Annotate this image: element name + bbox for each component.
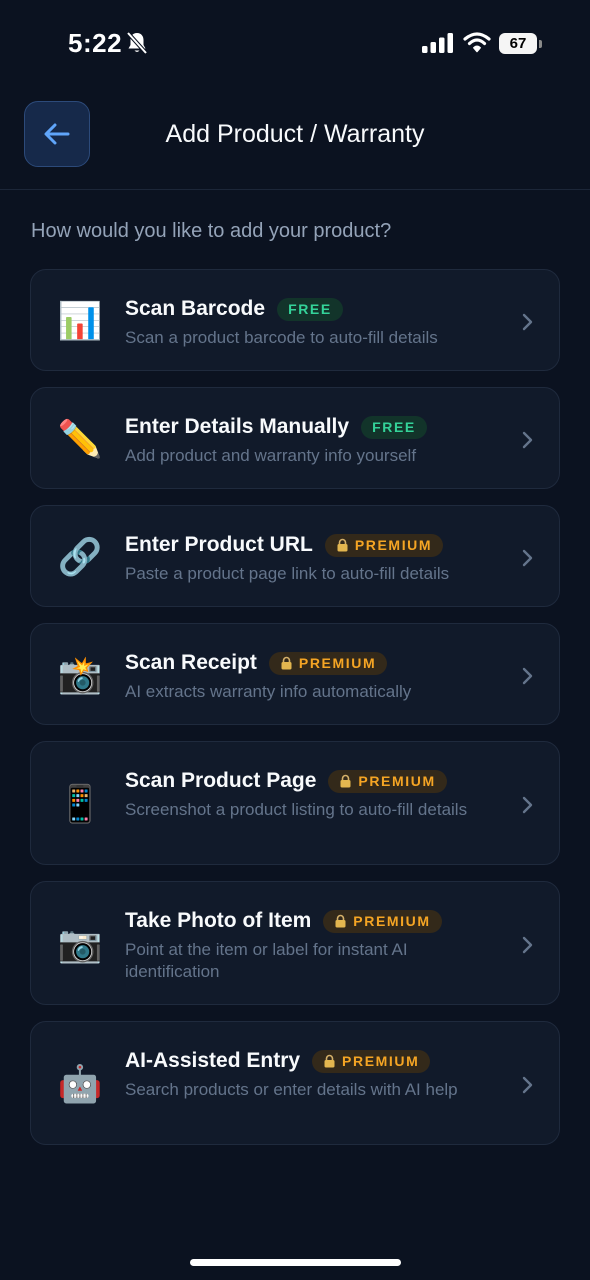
option-title: Scan Product Page bbox=[125, 769, 317, 792]
chevron-right-icon bbox=[522, 667, 533, 685]
lock-icon bbox=[324, 1054, 335, 1068]
status-time: 5:22 bbox=[68, 28, 123, 58]
option-scan-barcode[interactable]: 📊 Scan Barcode FREE Scan a product barco… bbox=[30, 269, 560, 371]
camera-icon: 📷 bbox=[57, 923, 103, 964]
chevron-right-icon bbox=[522, 313, 533, 331]
battery-level: 67 bbox=[499, 33, 537, 54]
option-description: Add product and warranty info yourself bbox=[125, 446, 417, 465]
chevron-right-icon bbox=[522, 1076, 533, 1094]
free-badge: FREE bbox=[361, 415, 427, 439]
bell-muted-icon bbox=[126, 31, 148, 55]
header: Add Product / Warranty bbox=[0, 90, 590, 190]
pencil-icon: ✏️ bbox=[57, 418, 103, 459]
lock-icon bbox=[337, 538, 348, 552]
lock-icon bbox=[281, 656, 292, 670]
battery-icon: 67 bbox=[499, 33, 543, 55]
free-badge: FREE bbox=[277, 297, 343, 321]
option-description: Point at the item or label for instant A… bbox=[125, 940, 408, 981]
option-description: AI extracts warranty info automatically bbox=[125, 682, 412, 701]
option-description: Search products or enter details with AI… bbox=[125, 1080, 458, 1099]
option-description: Scan a product barcode to auto-fill deta… bbox=[125, 328, 438, 347]
wifi-icon bbox=[463, 32, 491, 53]
option-scan-product-page[interactable]: 📱 Scan Product Page PREMIUM Screenshot a… bbox=[30, 741, 560, 865]
option-ai-assisted[interactable]: 🤖 AI-Assisted Entry PREMIUM Search produ… bbox=[30, 1021, 560, 1145]
mobile-phone-icon: 📱 bbox=[57, 783, 103, 824]
home-indicator[interactable] bbox=[190, 1259, 401, 1266]
premium-badge: PREMIUM bbox=[328, 769, 447, 793]
option-enter-manually[interactable]: ✏️ Enter Details Manually FREE Add produ… bbox=[30, 387, 560, 489]
link-icon: 🔗 bbox=[57, 536, 103, 577]
option-product-url[interactable]: 🔗 Enter Product URL PREMIUM Paste a prod… bbox=[30, 505, 560, 607]
lock-icon bbox=[340, 774, 351, 788]
option-title: AI-Assisted Entry bbox=[125, 1049, 301, 1072]
bar-chart-icon: 📊 bbox=[57, 300, 103, 341]
premium-badge: PREMIUM bbox=[312, 1049, 431, 1073]
option-description: Screenshot a product listing to auto-fil… bbox=[125, 800, 468, 819]
page-title: Add Product / Warranty bbox=[165, 120, 425, 148]
option-title: Take Photo of Item bbox=[125, 909, 312, 932]
cellular-signal-icon bbox=[422, 33, 453, 53]
premium-badge: PREMIUM bbox=[324, 533, 444, 557]
camera-flash-icon: 📸 bbox=[57, 654, 103, 695]
option-take-photo[interactable]: 📷 Take Photo of Item PREMIUM Point at th… bbox=[30, 881, 560, 1005]
lock-icon bbox=[335, 914, 346, 928]
option-title: Scan Receipt bbox=[125, 651, 257, 674]
premium-badge: PREMIUM bbox=[268, 651, 388, 675]
status-bar: 5:22 67 bbox=[0, 0, 590, 90]
option-description: Paste a product page link to auto-fill d… bbox=[125, 564, 450, 583]
premium-badge: PREMIUM bbox=[323, 909, 442, 933]
options-list: 📊 Scan Barcode FREE Scan a product barco… bbox=[30, 269, 560, 1161]
option-title: Enter Details Manually bbox=[125, 415, 350, 438]
option-scan-receipt[interactable]: 📸 Scan Receipt PREMIUM AI extracts warra… bbox=[30, 623, 560, 725]
robot-icon: 🤖 bbox=[57, 1063, 103, 1104]
prompt-text: How would you like to add your product? bbox=[31, 220, 392, 242]
screen: 5:22 67 Add Product / Warranty How would… bbox=[0, 0, 590, 1280]
option-title: Scan Barcode bbox=[125, 297, 266, 320]
chevron-right-icon bbox=[522, 431, 533, 449]
chevron-right-icon bbox=[522, 796, 533, 814]
option-title: Enter Product URL bbox=[125, 533, 313, 556]
chevron-right-icon bbox=[522, 549, 533, 567]
chevron-right-icon bbox=[522, 936, 533, 954]
